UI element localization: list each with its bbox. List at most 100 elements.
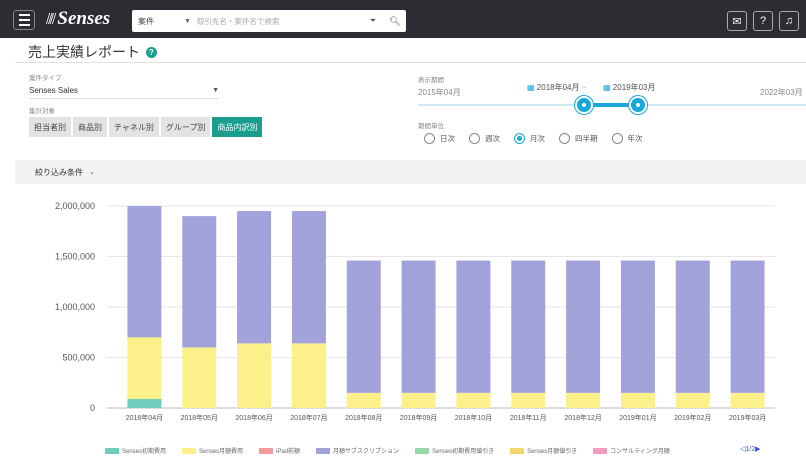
- bar-segment: [511, 260, 546, 393]
- x-tick-label: 2018年04月: [126, 413, 163, 422]
- bar-segment: [675, 260, 710, 393]
- group-button-by-product-breakdown[interactable]: 商品内訳別: [212, 117, 263, 137]
- calendar-icon: ▦: [527, 83, 535, 92]
- period-slider-start-handle[interactable]: [575, 96, 593, 114]
- bar-segment: [511, 392, 546, 408]
- search-icon[interactable]: 🔍︎: [384, 16, 406, 27]
- radio-label: 月次: [530, 134, 545, 143]
- x-tick-label: 2018年06月: [235, 413, 272, 422]
- bar-segment: [127, 398, 162, 408]
- legend-label: Senses初期費用: [122, 449, 167, 455]
- bar-segment: [620, 260, 655, 393]
- deal-type-select[interactable]: Senses Sales ▼: [29, 82, 219, 99]
- radio-monthly[interactable]: 月次: [514, 133, 545, 144]
- chevron-down-icon[interactable]: ▼: [184, 18, 197, 25]
- legend-label: iPad前額: [276, 449, 301, 455]
- group-button-by-owner[interactable]: 担当者別: [29, 117, 71, 137]
- bar-segment: [237, 343, 272, 408]
- app-logo[interactable]: ⫽⫽ Senses: [46, 8, 110, 30]
- bar-segment: [401, 260, 436, 393]
- legend-item[interactable]: Senses初期費用: [105, 446, 166, 455]
- legend-item[interactable]: iPad前額: [259, 446, 300, 455]
- legend-label: Senses月額値引き: [527, 449, 578, 455]
- radio-daily[interactable]: 日次: [424, 133, 455, 144]
- bar-segment: [346, 392, 381, 408]
- question-icon[interactable]: ?: [146, 46, 157, 58]
- legend-swatch: [259, 447, 274, 454]
- legend-item[interactable]: コンサルティング月額: [593, 446, 670, 455]
- hamburger-menu-button[interactable]: [13, 10, 35, 30]
- bar-segment: [291, 211, 326, 344]
- radio-quarterly[interactable]: 四半期: [559, 133, 598, 144]
- radio-weekly[interactable]: 週次: [469, 133, 500, 144]
- x-tick-label: 2018年09月: [400, 413, 437, 422]
- selected-to: ▦ 2019年03月: [603, 82, 656, 93]
- legend-swatch: [415, 447, 430, 454]
- group-button-by-product[interactable]: 商品別: [73, 117, 107, 137]
- bar-segment: [291, 343, 326, 408]
- range-start-label: 2015年04月: [418, 88, 461, 97]
- x-tick-label: 2018年12月: [564, 413, 601, 422]
- legend-swatch: [105, 447, 119, 454]
- x-tick-label: 2019年01月: [619, 413, 656, 422]
- bar-segment: [182, 347, 217, 408]
- legend-label: コンサルティング月額: [610, 449, 670, 455]
- legend-label: 月額サブスクリプション: [333, 449, 400, 455]
- selected-from-value: 2018年04月: [536, 83, 580, 92]
- notification-bell-icon[interactable]: ♫: [779, 11, 799, 31]
- x-tick-label: 2018年11月: [510, 413, 547, 422]
- bar-segment: [566, 260, 601, 393]
- bar-segment: [566, 392, 601, 408]
- range-end-label: 2022年03月: [760, 88, 803, 97]
- bar-segment: [346, 260, 381, 393]
- chevron-down-icon: ⌄: [89, 169, 95, 176]
- deal-type-value: Senses Sales: [29, 85, 78, 95]
- logo-text: Senses: [57, 8, 111, 29]
- filter-icon[interactable]: ⏷: [362, 16, 384, 26]
- legend-pager[interactable]: ◁1/2▶: [740, 445, 761, 453]
- legend-label: Senses初期費用値引き: [432, 449, 495, 455]
- chart-legend: Senses初期費用 Senses月額費用 iPad前額 月額サブスクリプション Sen…: [105, 446, 670, 455]
- legend-item[interactable]: 月額サブスクリプション: [316, 446, 399, 455]
- x-tick-label: 2018年05月: [181, 413, 218, 422]
- calendar-icon: ▦: [603, 83, 611, 92]
- bar-segment: [127, 206, 162, 338]
- bar-segment: [730, 392, 765, 408]
- bar-segment: [675, 392, 710, 408]
- selected-to-value: 2019年03月: [612, 83, 656, 92]
- header-divider: [15, 62, 806, 63]
- logo-mark-icon: ⫽⫽: [46, 10, 57, 28]
- x-tick-label: 2018年10月: [455, 413, 492, 422]
- selected-from: ▦ 2018年04月 ~: [527, 83, 587, 92]
- legend-item[interactable]: Senses月額値引き: [510, 446, 577, 455]
- page-title-row: 売上実績レポート ?: [28, 42, 157, 62]
- group-button-by-channel[interactable]: チャネル別: [109, 117, 159, 137]
- bar-segment: [237, 211, 272, 344]
- radio-label: 週次: [485, 134, 500, 143]
- radio-yearly[interactable]: 年次: [611, 133, 643, 144]
- legend-item[interactable]: Senses初期費用値引き: [415, 446, 494, 455]
- filter-conditions-toggle[interactable]: 絞り込み条件 ⌄: [15, 160, 806, 184]
- bar-segment: [127, 337, 162, 399]
- period-slider-end-handle[interactable]: [629, 96, 647, 114]
- radio-circle-icon: [611, 133, 623, 144]
- y-tick-label: 500,000: [62, 353, 95, 363]
- bar-segment: [730, 260, 765, 393]
- bar-segment: [401, 392, 436, 408]
- radio-label: 年次: [627, 134, 643, 143]
- legend-swatch: [316, 447, 331, 454]
- radio-checked-icon: [514, 133, 525, 144]
- search-scope-select[interactable]: 案件: [132, 16, 184, 27]
- group-button-by-group[interactable]: グループ別: [160, 117, 211, 137]
- legend-item[interactable]: Senses月額費用: [182, 446, 243, 455]
- x-tick-label: 2018年08月: [345, 413, 382, 422]
- aggregation-target-buttons: 担当者別 商品別 チャネル別 グループ別 商品内訳別: [29, 117, 263, 137]
- mail-icon[interactable]: ✉: [727, 11, 747, 31]
- y-tick-label: 1,500,000: [55, 252, 95, 262]
- y-tick-label: 2,000,000: [55, 201, 95, 211]
- x-tick-label: 2018年07月: [290, 413, 327, 422]
- radio-label: 四半期: [575, 134, 598, 143]
- search-input[interactable]: 取引先名・案件名で検索: [197, 16, 362, 27]
- legend-swatch: [593, 447, 608, 454]
- help-icon[interactable]: ?: [753, 11, 773, 31]
